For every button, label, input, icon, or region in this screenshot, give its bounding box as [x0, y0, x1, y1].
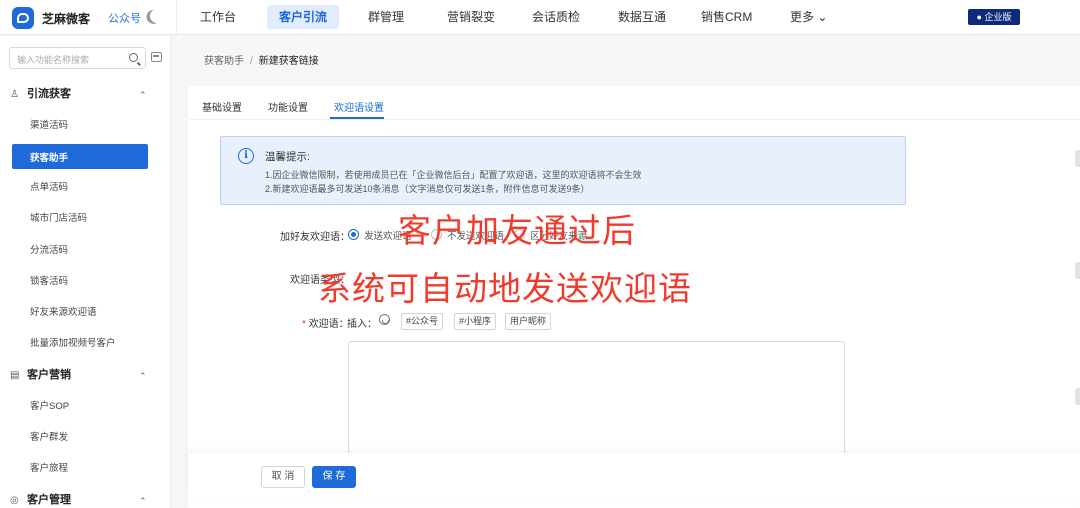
greeting-label-text: 欢迎语：	[308, 319, 349, 330]
sidebar-group-customer-management[interactable]: ◎ 客户管理	[10, 491, 71, 508]
collapse-chevron-icon[interactable]: ⌃	[139, 496, 147, 507]
sidebar-item-source-greeting[interactable]: 好友来源欢迎语	[30, 306, 97, 320]
sidebar-item-lock-code[interactable]: 锁客活码	[30, 275, 68, 289]
user-icon: ♙	[10, 89, 19, 100]
divider	[176, 0, 177, 35]
tab-function-settings[interactable]: 功能设置	[268, 99, 308, 114]
tab-divider	[190, 119, 1080, 120]
nav-workbench[interactable]: 工作台	[188, 5, 248, 29]
insert-tag-official-account[interactable]: #公众号	[401, 313, 444, 330]
search-placeholder: 输入功能名称搜索	[17, 55, 90, 65]
menu-list-icon[interactable]	[151, 52, 162, 62]
insert-tag-mini-program[interactable]: #小程序	[454, 313, 497, 330]
alert-line-2: 2.新建欢迎语最多可发送10条消息（文字消息仅可发送1条，附件信息可发送9条）	[265, 184, 590, 194]
sidebar-group-label: 引流获客	[27, 88, 71, 100]
nav-group-management[interactable]: 群管理	[356, 5, 416, 29]
info-icon: i	[238, 148, 254, 164]
nav-customer-traffic[interactable]: 客户引流	[267, 5, 340, 29]
top-navigation-bar: 芝麻微客 公众号 工作台 客户引流 群管理 营销裂变 会话质检 数据互通 销售C…	[0, 0, 1080, 35]
tab-basic-settings[interactable]: 基础设置	[202, 99, 242, 114]
alert-title: 温馨提示:	[265, 151, 310, 163]
enterprise-badge[interactable]: ● 企业版	[968, 9, 1020, 25]
sidebar-group-label: 客户管理	[27, 494, 71, 506]
breadcrumb-current: 新建获客链接	[258, 56, 319, 67]
sidebar-item-label: 获客助手	[30, 153, 69, 164]
sidebar: 输入功能名称搜索 ♙ 引流获客 ⌃ 渠道活码 获客助手 点单活码 城市门店活码 分…	[0, 36, 171, 508]
tip-alert: i 温馨提示: 1.因企业微信限制，若使用成员已在「企业微信后台」配置了欢迎语，…	[220, 136, 906, 205]
active-tab-indicator	[330, 117, 384, 119]
sidebar-item-split-code[interactable]: 分流活码	[30, 244, 68, 258]
side-handle[interactable]	[1075, 262, 1080, 279]
tab-greeting-settings[interactable]: 欢迎语设置	[334, 99, 384, 114]
enterprise-badge-label: 企业版	[984, 12, 1012, 22]
insert-tag-nickname[interactable]: 用户昵称	[505, 313, 552, 330]
brand-name: 芝麻微客	[42, 12, 91, 26]
sidebar-group-marketing[interactable]: ▤ 客户营销	[10, 366, 71, 384]
customer-icon: ◎	[10, 495, 19, 506]
sidebar-item-customer-sop[interactable]: 客户SOP	[30, 400, 69, 414]
app-window: 芝麻微客 公众号 工作台 客户引流 群管理 营销裂变 会话质检 数据互通 销售C…	[0, 0, 1080, 508]
breadcrumb-separator: /	[250, 56, 253, 67]
official-account-link[interactable]: 公众号	[108, 10, 141, 26]
side-handle[interactable]	[1075, 388, 1080, 405]
sidebar-item-customer-journey[interactable]: 客户旅程	[30, 462, 68, 476]
emoji-icon[interactable]	[379, 314, 390, 325]
sidebar-group-label: 客户营销	[27, 369, 71, 381]
dark-mode-moon-icon[interactable]	[148, 7, 166, 25]
clipboard-icon: ▤	[10, 370, 20, 381]
breadcrumb-parent[interactable]: 获客助手	[204, 56, 244, 67]
save-button[interactable]: 保 存	[312, 466, 356, 488]
greeting-text-editor[interactable]	[348, 341, 845, 461]
sidebar-item-city-store-code[interactable]: 城市门店活码	[30, 212, 87, 226]
app-logo-icon[interactable]	[12, 7, 34, 29]
sidebar-item-customer-broadcast[interactable]: 客户群发	[30, 431, 68, 445]
breadcrumb: 获客助手 / 新建获客链接	[204, 52, 319, 67]
nav-more-dropdown[interactable]: 更多 ⌄	[778, 5, 839, 29]
radio-send-greeting[interactable]	[348, 229, 359, 240]
add-friend-greeting-label: 加好友欢迎语：	[280, 232, 350, 243]
nav-marketing-fission[interactable]: 营销裂变	[435, 5, 507, 29]
insert-label: 插入：	[347, 319, 377, 330]
sidebar-group-traffic[interactable]: ♙ 引流获客	[10, 85, 71, 103]
overlay-caption-line-2: 系统可自动地发送欢迎语	[318, 270, 692, 307]
sidebar-item-acquisition-assistant[interactable]: 获客助手	[12, 144, 148, 169]
alert-line-1: 1.因企业微信限制，若使用成员已在「企业微信后台」配置了欢迎语，这里的欢迎语将不…	[265, 170, 642, 180]
collapse-chevron-icon[interactable]: ⌃	[139, 371, 147, 382]
overlay-caption-line-1: 客户加友通过后	[398, 212, 636, 249]
sidebar-item-order-code[interactable]: 点单活码	[30, 181, 68, 195]
nav-session-qc[interactable]: 会话质检	[520, 5, 592, 29]
collapse-chevron-icon[interactable]: ⌃	[139, 90, 147, 101]
sidebar-item-batch-add-video[interactable]: 批量添加视频号客户	[30, 337, 116, 351]
cancel-button[interactable]: 取 消	[261, 466, 305, 488]
sidebar-item-channel-code[interactable]: 渠道活码	[30, 119, 68, 133]
side-handle[interactable]	[1075, 150, 1080, 167]
search-icon[interactable]	[129, 53, 138, 62]
greeting-label: * 欢迎语：	[302, 315, 349, 330]
required-mark: *	[302, 319, 306, 330]
nav-data-sync[interactable]: 数据互通	[606, 5, 678, 29]
sidebar-search-input[interactable]: 输入功能名称搜索	[9, 47, 146, 69]
nav-sales-crm[interactable]: 销售CRM	[689, 5, 764, 29]
